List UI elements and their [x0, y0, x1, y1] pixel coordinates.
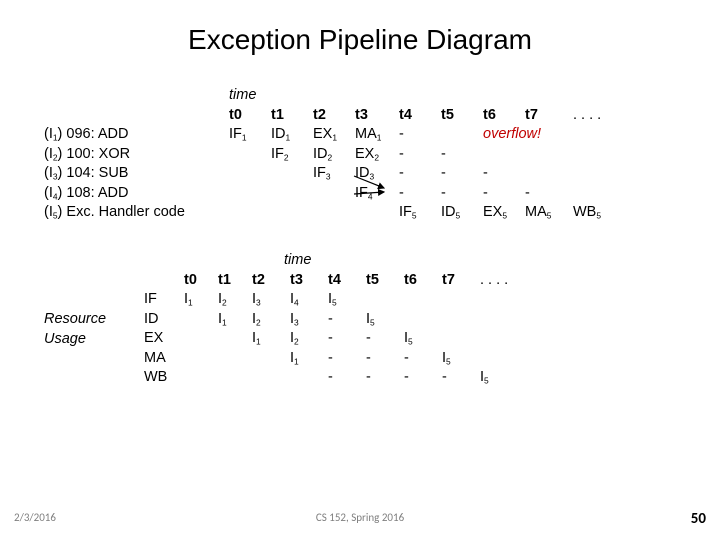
table-row: (I5) Exc. Handler codeIF5ID5EX5MA5WB5 [44, 203, 676, 223]
table-row: IFI1I2I3I4I5 [144, 290, 676, 310]
table-row: IDI1I2I3-I5 [144, 310, 676, 330]
table-row: EXI1I2--I5 [144, 329, 676, 349]
resource-usage-label: Resource Usage [44, 310, 124, 349]
table-row: (I4) 108: ADDIF4---- [44, 184, 676, 204]
table-row: MAI1---I5 [144, 349, 676, 369]
pipeline-table: time t0 t1 t2 t3 t4 t5 t6 t7 . . . . (I1… [44, 86, 676, 223]
time-columns: t0 t1 t2 t3 t4 t5 t6 t7 . . . . [44, 106, 676, 126]
time-header: time [229, 86, 676, 106]
table-row: WB----I5 [144, 368, 676, 388]
time-header-2: time [284, 251, 676, 271]
table-row: (I2) 100: XORIF2ID2EX2-- [44, 145, 676, 165]
page-title: Exception Pipeline Diagram [44, 24, 676, 56]
time-columns-2: t0 t1 t2 t3 t4 t5 t6 t7 . . . . [144, 271, 676, 291]
table-row: (I3) 104: SUBIF3ID3--- [44, 164, 676, 184]
resource-usage-table: Resource Usage time t0 t1 t2 t3 t4 t5 t6… [44, 251, 676, 388]
table-row: (I1) 096: ADDIF1ID1EX1MA1-overflow! [44, 125, 676, 145]
footer-course: CS 152, Spring 2016 [0, 511, 720, 524]
page-number: 50 [691, 510, 706, 528]
